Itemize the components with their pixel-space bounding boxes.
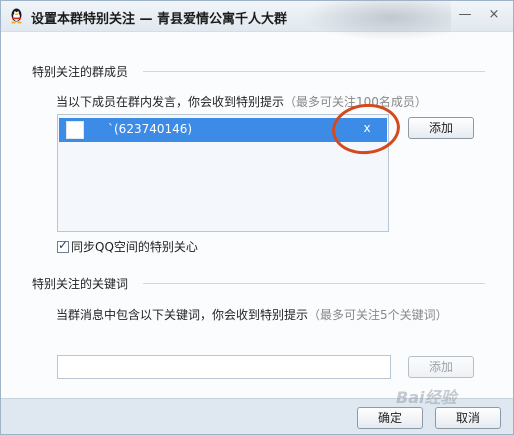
window-title: 设置本群特别关注 — 青县爱情公寓千人大群 bbox=[31, 12, 288, 27]
keywords-description-text: 当群消息中包含以下关键词，你会收到特别提示 bbox=[56, 308, 309, 322]
sync-qzone-checkbox[interactable]: ✓ bbox=[57, 237, 69, 253]
add-member-button[interactable]: 添加 bbox=[408, 117, 474, 139]
cancel-button[interactable]: 取消 bbox=[435, 407, 501, 429]
keywords-section-label: 特别关注的关键词 bbox=[32, 277, 129, 291]
section-divider bbox=[143, 71, 485, 72]
avatar bbox=[66, 121, 84, 139]
add-keyword-button[interactable]: 添加 bbox=[408, 356, 474, 378]
member-name: `(623740146) bbox=[108, 122, 193, 136]
ok-button[interactable]: 确定 bbox=[357, 407, 423, 429]
dialog-window: 设置本群特别关注 — 青县爱情公寓千人大群 — × 特别关注的群成员 当以下成员… bbox=[0, 0, 514, 435]
section-divider bbox=[143, 283, 485, 284]
close-button[interactable]: × bbox=[485, 7, 503, 23]
keywords-limit-hint: （最多可关注5个关键词） bbox=[308, 308, 448, 322]
sync-qzone-label: 同步QQ空间的特别关心 bbox=[71, 240, 198, 254]
minimize-button[interactable]: — bbox=[456, 7, 474, 23]
qq-penguin-icon bbox=[8, 7, 25, 24]
sync-qzone-checkbox-row[interactable]: ✓ 同步QQ空间的特别关心 bbox=[57, 238, 198, 254]
checkmark-icon: ✓ bbox=[58, 237, 69, 252]
title-bar[interactable]: 设置本群特别关注 — 青县爱情公寓千人大群 — × bbox=[1, 1, 513, 41]
keyword-input[interactable] bbox=[57, 355, 391, 379]
members-description-text: 当以下成员在群内发言，你会收到特别提示 bbox=[56, 95, 285, 109]
keywords-description: 当群消息中包含以下关键词，你会收到特别提示（最多可关注5个关键词） bbox=[56, 306, 448, 323]
watermark-graphic bbox=[301, 1, 451, 41]
watermark-logo: Bai经验 bbox=[396, 388, 457, 407]
members-section-label: 特别关注的群成员 bbox=[32, 65, 129, 79]
